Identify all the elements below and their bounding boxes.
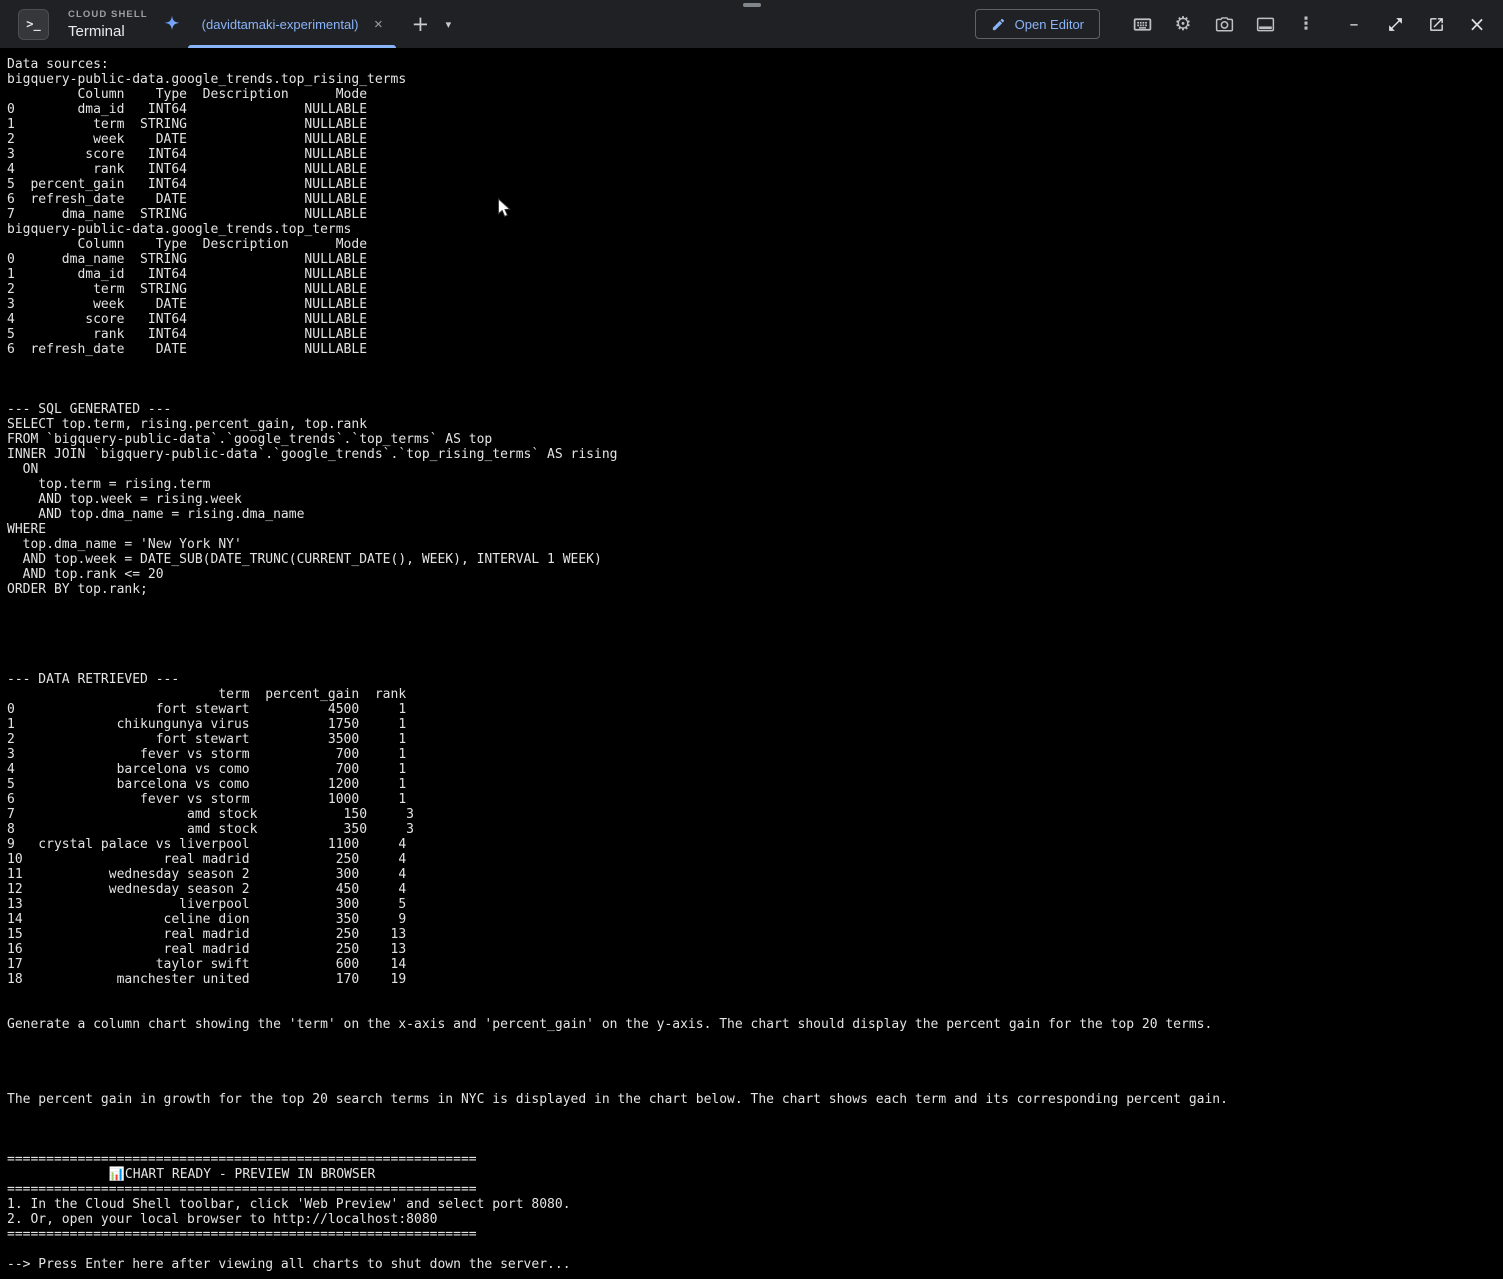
add-tab-button[interactable]: + bbox=[408, 12, 432, 36]
camera-button[interactable] bbox=[1212, 12, 1236, 36]
spark-icon bbox=[162, 14, 182, 34]
more-options-icon: ⋮ bbox=[1298, 14, 1315, 34]
product-label: CLOUD SHELL bbox=[68, 9, 148, 20]
expand-button[interactable] bbox=[1383, 12, 1407, 36]
open-in-new-icon bbox=[1428, 16, 1445, 33]
dock-panel-icon bbox=[1255, 14, 1276, 35]
active-tab-indicator bbox=[188, 45, 397, 48]
open-editor-button[interactable]: Open Editor bbox=[975, 9, 1100, 39]
close-icon: × bbox=[1469, 12, 1486, 36]
title-block: CLOUD SHELL Terminal bbox=[68, 9, 148, 40]
tab-close-icon[interactable]: × bbox=[370, 16, 386, 32]
pane-drag-handle[interactable] bbox=[743, 3, 761, 7]
topbar: >_ CLOUD SHELL Terminal (davidtamaki-exp… bbox=[0, 0, 1503, 48]
gemini-spark-icon[interactable] bbox=[162, 14, 182, 34]
keyboard-icon bbox=[1132, 14, 1153, 35]
minimize-button[interactable]: – bbox=[1342, 12, 1366, 36]
more-options-button[interactable]: ⋮ bbox=[1294, 12, 1318, 36]
expand-icon bbox=[1387, 16, 1404, 33]
window-controls: – × bbox=[1342, 12, 1489, 36]
tab-label: (davidtamaki-experimental) bbox=[202, 17, 359, 32]
settings-button[interactable]: ⚙ bbox=[1171, 12, 1195, 36]
app-title: Terminal bbox=[68, 23, 148, 40]
dock-panel-button[interactable] bbox=[1253, 12, 1277, 36]
tab-davidtamaki-experimental[interactable]: (davidtamaki-experimental) × bbox=[188, 0, 397, 48]
gear-icon: ⚙ bbox=[1174, 13, 1191, 35]
cloud-shell-logo-icon: >_ bbox=[18, 9, 49, 40]
open-in-new-window-button[interactable] bbox=[1424, 12, 1448, 36]
camera-icon bbox=[1214, 14, 1235, 35]
pencil-icon bbox=[991, 17, 1006, 32]
terminal-output[interactable]: Data sources: bigquery-public-data.googl… bbox=[7, 57, 1503, 1279]
toolbar-icon-group: ⚙ ⋮ bbox=[1130, 12, 1318, 36]
keyboard-shortcuts-button[interactable] bbox=[1130, 12, 1154, 36]
minimize-icon: – bbox=[1350, 14, 1359, 35]
tab-list-dropdown-button[interactable]: ▾ bbox=[436, 12, 460, 36]
open-editor-label: Open Editor bbox=[1015, 17, 1084, 32]
close-button[interactable]: × bbox=[1465, 12, 1489, 36]
